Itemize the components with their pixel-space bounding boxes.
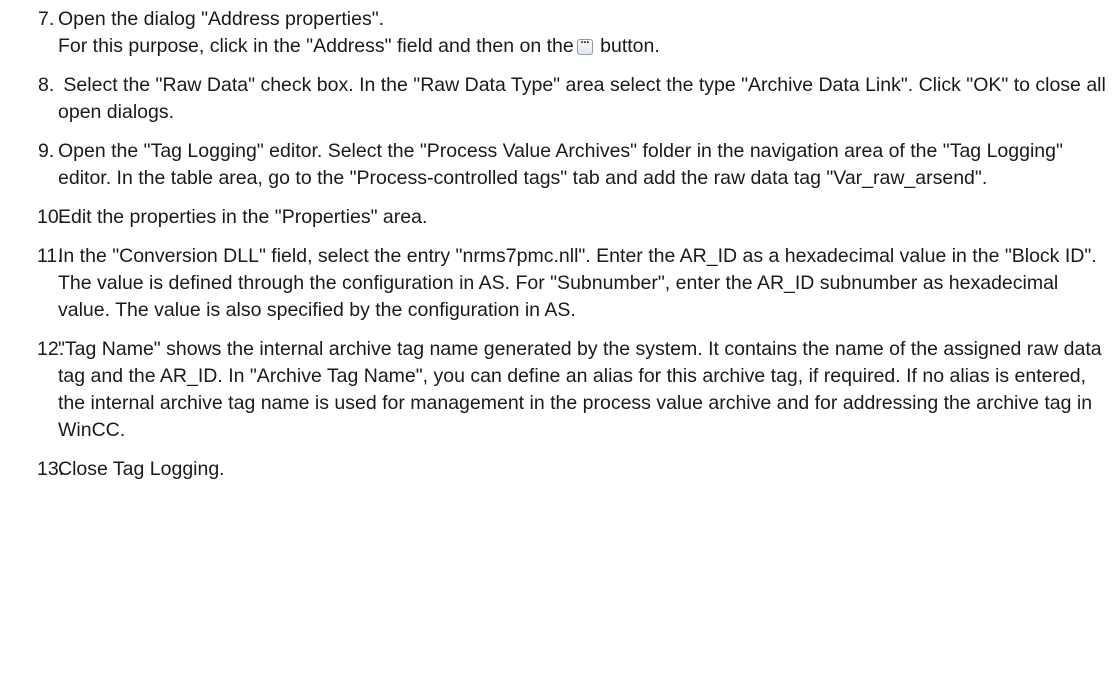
ellipsis-button-icon: ...: [576, 32, 593, 55]
step-9: 9. Open the "Tag Logging" editor. Select…: [0, 138, 1119, 192]
step-text: "Tag Name" shows the internal archive ta…: [58, 338, 1102, 441]
ellipsis-glyph: ...: [580, 32, 589, 46]
step-10: 10. Edit the properties in the "Properti…: [0, 204, 1119, 231]
step-number: 10.: [37, 206, 65, 228]
step-12: 12. "Tag Name" shows the internal archiv…: [0, 336, 1119, 444]
instruction-steps: 7. Open the dialog "Address properties".…: [0, 0, 1119, 483]
step-number: 8.: [38, 74, 55, 96]
step-13: 13. Close Tag Logging.: [0, 456, 1119, 483]
step-8: 8. Select the "Raw Data" check box. In t…: [0, 72, 1119, 126]
step-text-line-2: For this purpose, click in the "Address"…: [58, 32, 1109, 60]
step-number: 12.: [37, 338, 65, 360]
step-number: 7.: [38, 8, 55, 30]
step-number: 9.: [38, 140, 55, 162]
step-number: 13.: [37, 458, 65, 480]
step-number: 11.: [37, 245, 63, 267]
step-11: 11. In the "Conversion DLL" field, selec…: [0, 243, 1119, 324]
step-text-line-1: Open the dialog "Address properties".: [58, 8, 385, 30]
step-text: Select the "Raw Data" check box. In the …: [58, 74, 1112, 123]
step-7: 7. Open the dialog "Address properties".…: [0, 6, 1119, 60]
step-text-segment: For this purpose, click in the "Address"…: [58, 35, 574, 57]
step-text: Open the "Tag Logging" editor. Select th…: [58, 140, 1063, 189]
step-text-segment: button.: [600, 35, 660, 57]
step-text: Close Tag Logging.: [58, 458, 225, 480]
step-text: Edit the properties in the "Properties" …: [58, 206, 428, 228]
step-text: In the "Conversion DLL" field, select th…: [58, 245, 1097, 321]
